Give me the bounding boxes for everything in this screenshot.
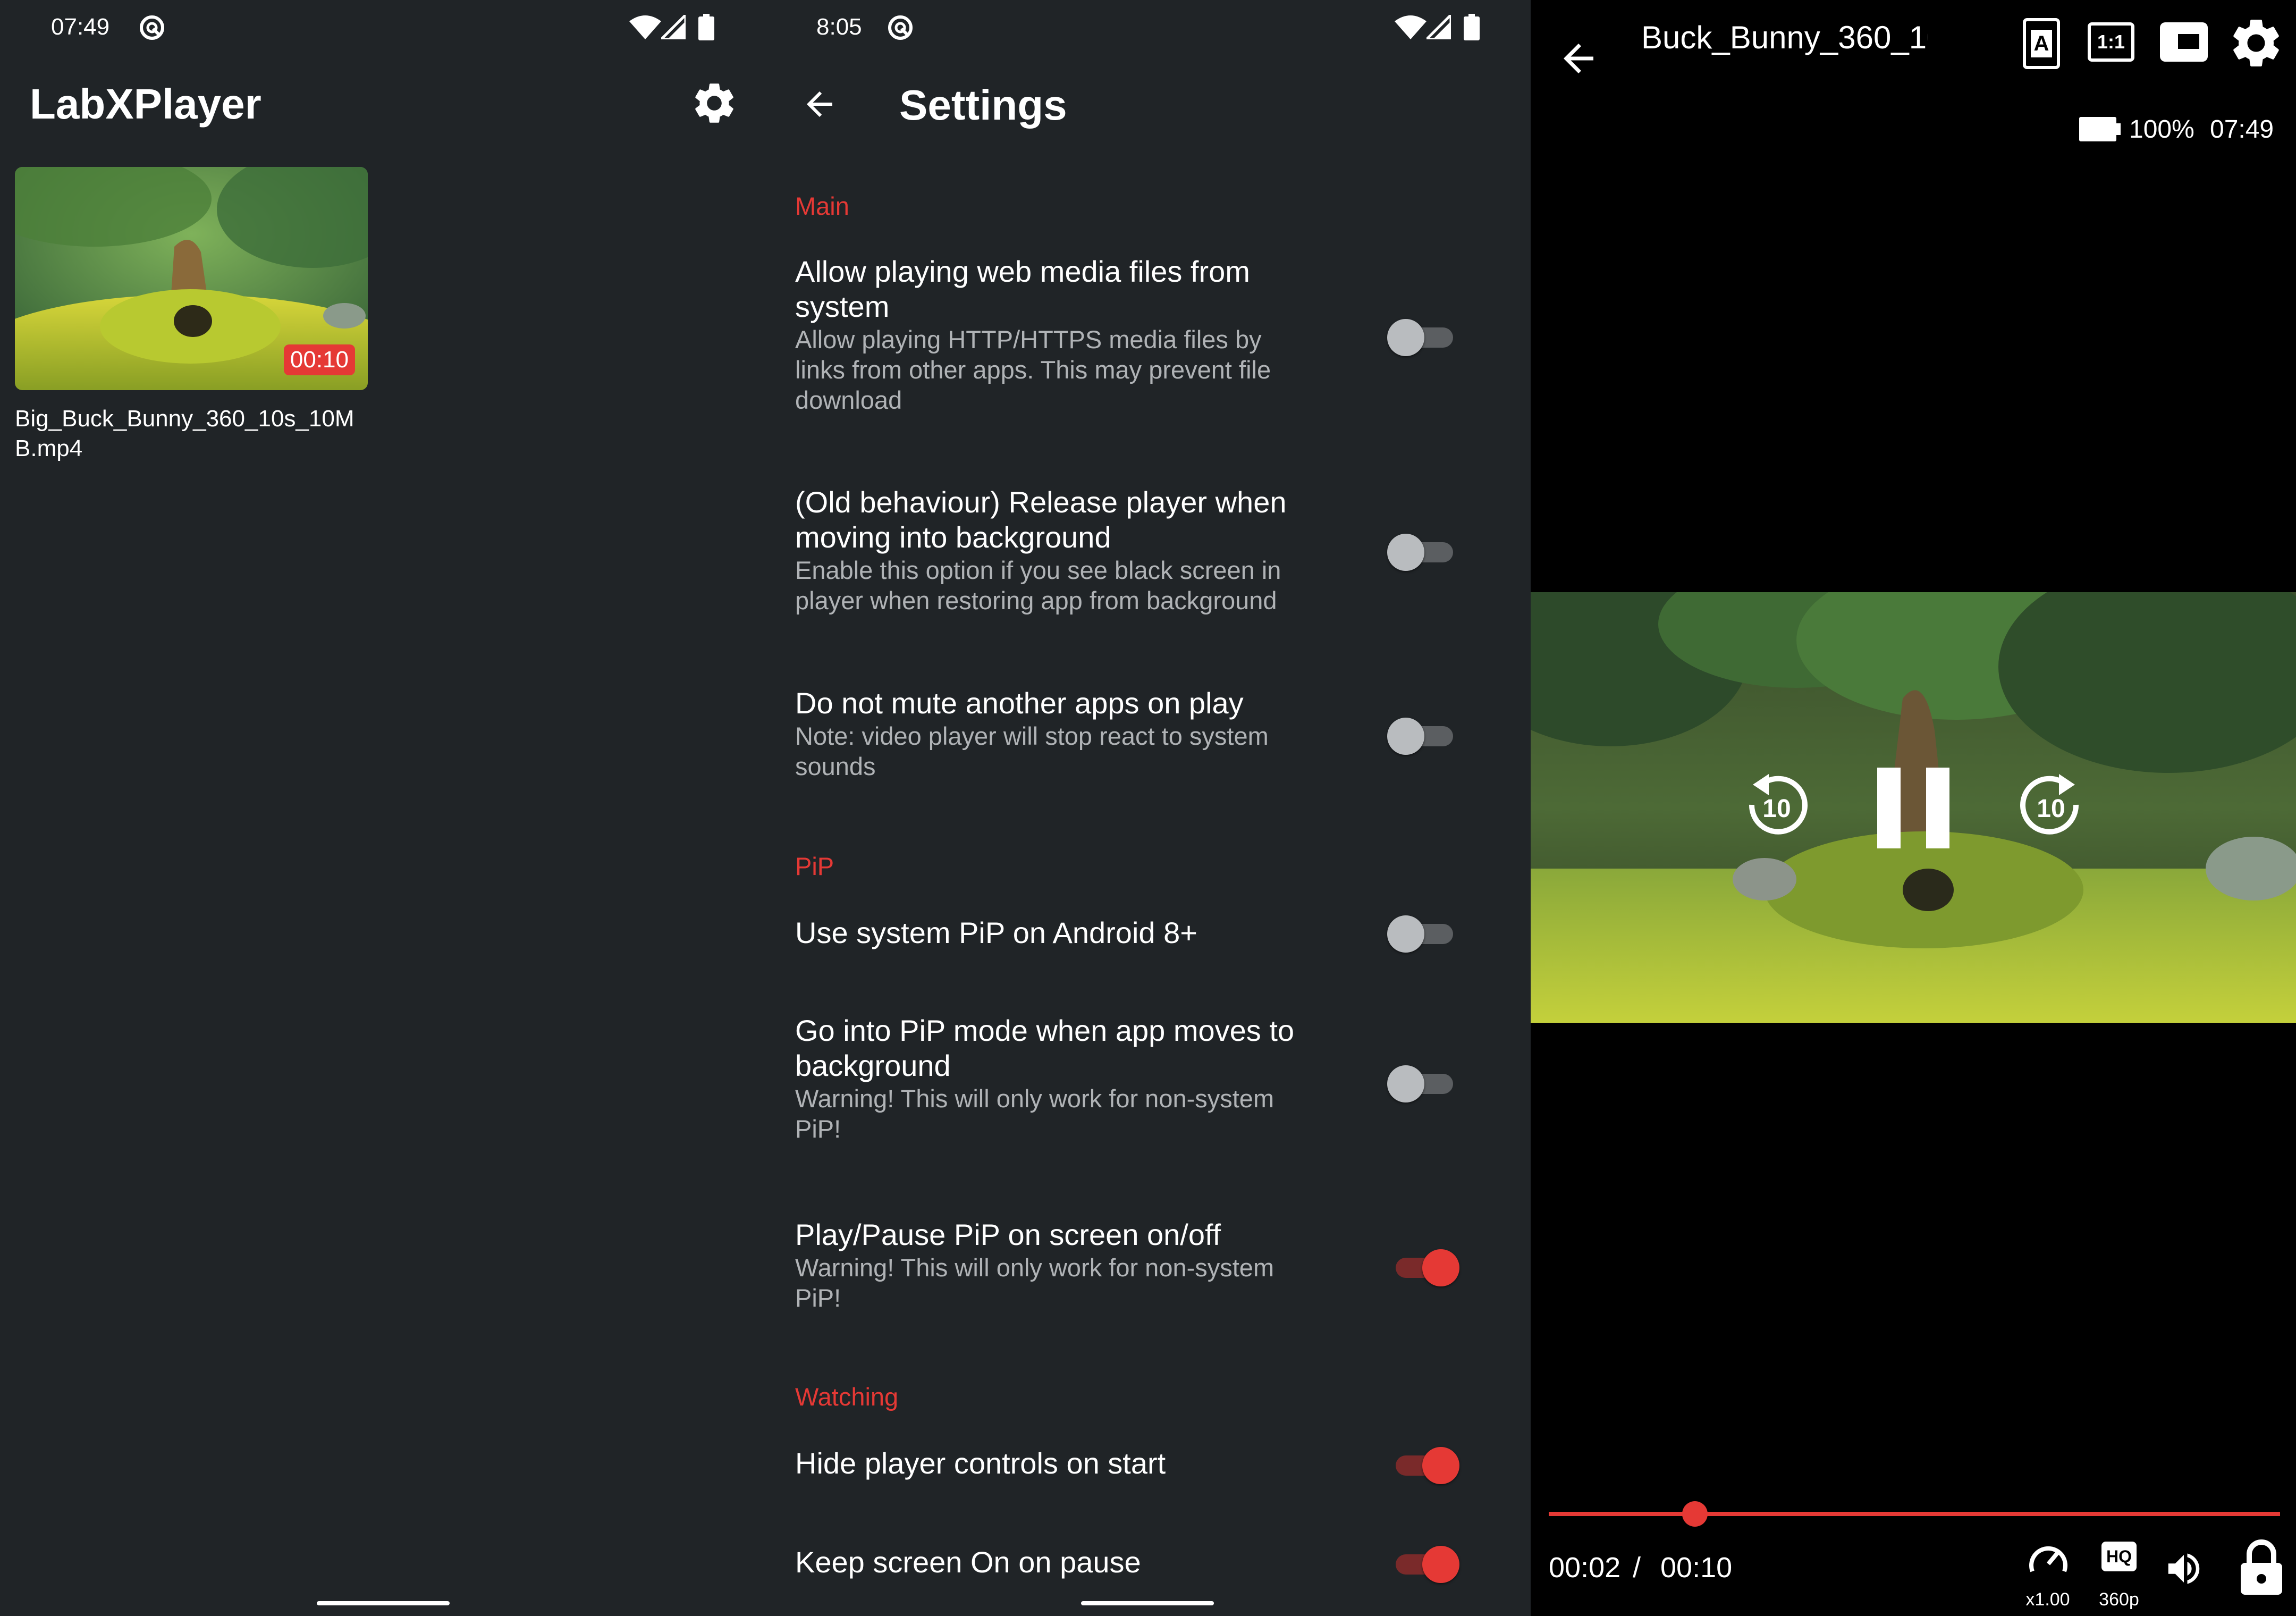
home-indicator[interactable] <box>317 1601 450 1605</box>
section-header-watching: Watching <box>795 1383 899 1411</box>
video-filename[interactable]: Big_Buck_Bunny_360_10s_10M B.mp4 <box>15 404 354 464</box>
seek-thumb[interactable] <box>1682 1501 1708 1527</box>
pref-summary: Enable this option if you see black scre… <box>795 556 1281 584</box>
battery-percent: 100% <box>2129 115 2194 144</box>
quality-button[interactable]: HQ 360p <box>2090 1538 2148 1613</box>
settings-screen: 8:05 Settings Main Allow playing web med… <box>765 0 1531 1616</box>
wifi-icon <box>629 15 661 39</box>
hq-icon: HQ <box>2101 1542 2137 1571</box>
speed-button[interactable]: x1.00 <box>2019 1538 2077 1613</box>
pref-title: Use system PiP on Android 8+ <box>795 916 1197 949</box>
pref-title: Do not mute another apps on play <box>795 686 1244 720</box>
library-screen: 07:49 LabXPlayer 00:10 Big_Buck_Bunny_36… <box>0 0 765 1616</box>
pref-no-mute[interactable]: Do not mute another apps on play Note: v… <box>795 686 1486 781</box>
forward-button[interactable]: 10 <box>2020 771 2084 845</box>
pip-icon <box>2178 34 2199 49</box>
toggle-pip-screen[interactable] <box>1392 1247 1459 1286</box>
pref-summary: download <box>795 386 902 414</box>
pref-keep-screen[interactable]: Keep screen On on pause <box>795 1545 1486 1580</box>
app-title: LabXPlayer <box>30 80 261 128</box>
wifi-icon <box>1395 15 1426 39</box>
toggle-no-mute[interactable] <box>1387 716 1456 755</box>
seek-bar-played <box>1549 1512 1695 1516</box>
toggle-system-pip[interactable] <box>1387 913 1456 953</box>
toggle-release-background[interactable] <box>1387 532 1456 571</box>
video-filename-line: Big_Buck_Bunny_360_10s_10M <box>15 406 354 432</box>
video-filename-line: B.mp4 <box>15 435 83 461</box>
player-screen: Buck_Bunny_360_10s_1 A 1:1 100% 07:49 10… <box>1531 0 2296 1616</box>
battery-icon <box>698 14 714 40</box>
battery-icon <box>2079 117 2116 141</box>
notification-icon <box>140 15 164 40</box>
video-title: Buck_Bunny_360_10s_1 <box>1641 20 1928 55</box>
toggle-hide-controls[interactable] <box>1392 1445 1459 1484</box>
pref-title: background <box>795 1049 951 1082</box>
pref-summary: Allow playing HTTP/HTTPS media files by <box>795 325 1262 354</box>
pause-icon <box>1877 768 1949 848</box>
pref-pip-screen[interactable]: Play/Pause PiP on screen on/off Warning!… <box>795 1217 1486 1313</box>
forward-seconds: 10 <box>2037 795 2065 823</box>
pref-summary: player when restoring app from backgroun… <box>795 586 1277 615</box>
quality-label: 360p <box>2099 1589 2139 1610</box>
lock-icon[interactable] <box>2238 1539 2285 1595</box>
settings-gear-icon[interactable] <box>690 79 739 128</box>
pref-web-media[interactable]: Allow playing web media files from syste… <box>795 254 1486 415</box>
battery-tip <box>2116 123 2121 135</box>
pref-summary: Note: video player will stop react to sy… <box>795 722 1269 750</box>
time-separator: / <box>1633 1552 1641 1584</box>
volume-icon[interactable] <box>2163 1548 2205 1589</box>
signal-icon <box>661 15 686 39</box>
rotate-lock-button[interactable]: A <box>2023 18 2060 69</box>
pref-title: Keep screen On on pause <box>795 1545 1141 1579</box>
section-header-pip: PiP <box>795 852 834 880</box>
notification-icon <box>888 15 913 40</box>
pref-pip-background[interactable]: Go into PiP mode when app moves to backg… <box>795 1013 1486 1144</box>
home-indicator[interactable] <box>1081 1601 1214 1605</box>
pref-release-background[interactable]: (Old behaviour) Release player when movi… <box>795 485 1486 616</box>
pref-title: Go into PiP mode when app moves to <box>795 1014 1295 1047</box>
speedometer-icon <box>2029 1546 2067 1572</box>
duration-badge: 00:10 <box>283 344 355 375</box>
speed-label: x1.00 <box>2025 1589 2070 1610</box>
status-time: 07:49 <box>51 14 110 40</box>
toggle-pip-background[interactable] <box>1387 1063 1456 1102</box>
pref-system-pip[interactable]: Use system PiP on Android 8+ <box>795 915 1486 950</box>
settings-title: Settings <box>899 81 1067 129</box>
pref-summary: PiP! <box>795 1284 841 1312</box>
rotate-icon: A <box>2031 30 2052 57</box>
toggle-keep-screen[interactable] <box>1392 1544 1459 1583</box>
signal-icon <box>1426 15 1451 39</box>
pref-summary: Warning! This will only work for non-sys… <box>795 1253 1274 1282</box>
pref-hide-controls[interactable]: Hide player controls on start <box>795 1446 1486 1481</box>
pref-title: Allow playing web media files from <box>795 255 1250 288</box>
pref-summary: Warning! This will only work for non-sys… <box>795 1084 1274 1113</box>
section-header-main: Main <box>795 192 849 220</box>
video-thumbnail[interactable]: 00:10 <box>15 167 368 390</box>
player-clock: 07:49 <box>2210 115 2274 144</box>
pause-button[interactable] <box>1877 768 1949 848</box>
pref-title: moving into background <box>795 520 1111 554</box>
status-time: 8:05 <box>816 14 862 40</box>
pref-summary: links from other apps. This may prevent … <box>795 356 1271 384</box>
pref-summary: PiP! <box>795 1115 841 1143</box>
pref-summary: sounds <box>795 752 876 780</box>
pref-title: (Old behaviour) Release player when <box>795 485 1287 519</box>
rewind-button[interactable]: 10 <box>1743 771 1808 845</box>
settings-gear-icon[interactable] <box>2227 14 2285 72</box>
back-arrow-icon[interactable] <box>1556 36 1601 81</box>
duration-time: 00:10 <box>1660 1552 1733 1584</box>
battery-icon <box>1464 14 1480 40</box>
rewind-seconds: 10 <box>1762 795 1791 823</box>
pip-button[interactable] <box>2160 22 2208 62</box>
back-arrow-icon[interactable] <box>800 85 839 123</box>
toggle-web-media[interactable] <box>1387 317 1456 356</box>
pref-title: Hide player controls on start <box>795 1446 1166 1480</box>
seek-bar[interactable] <box>1549 1501 2280 1527</box>
position-time: 00:02 <box>1549 1552 1621 1584</box>
aspect-ratio-button[interactable]: 1:1 <box>2088 22 2134 62</box>
pref-title: system <box>795 290 890 323</box>
pref-title: Play/Pause PiP on screen on/off <box>795 1218 1221 1251</box>
